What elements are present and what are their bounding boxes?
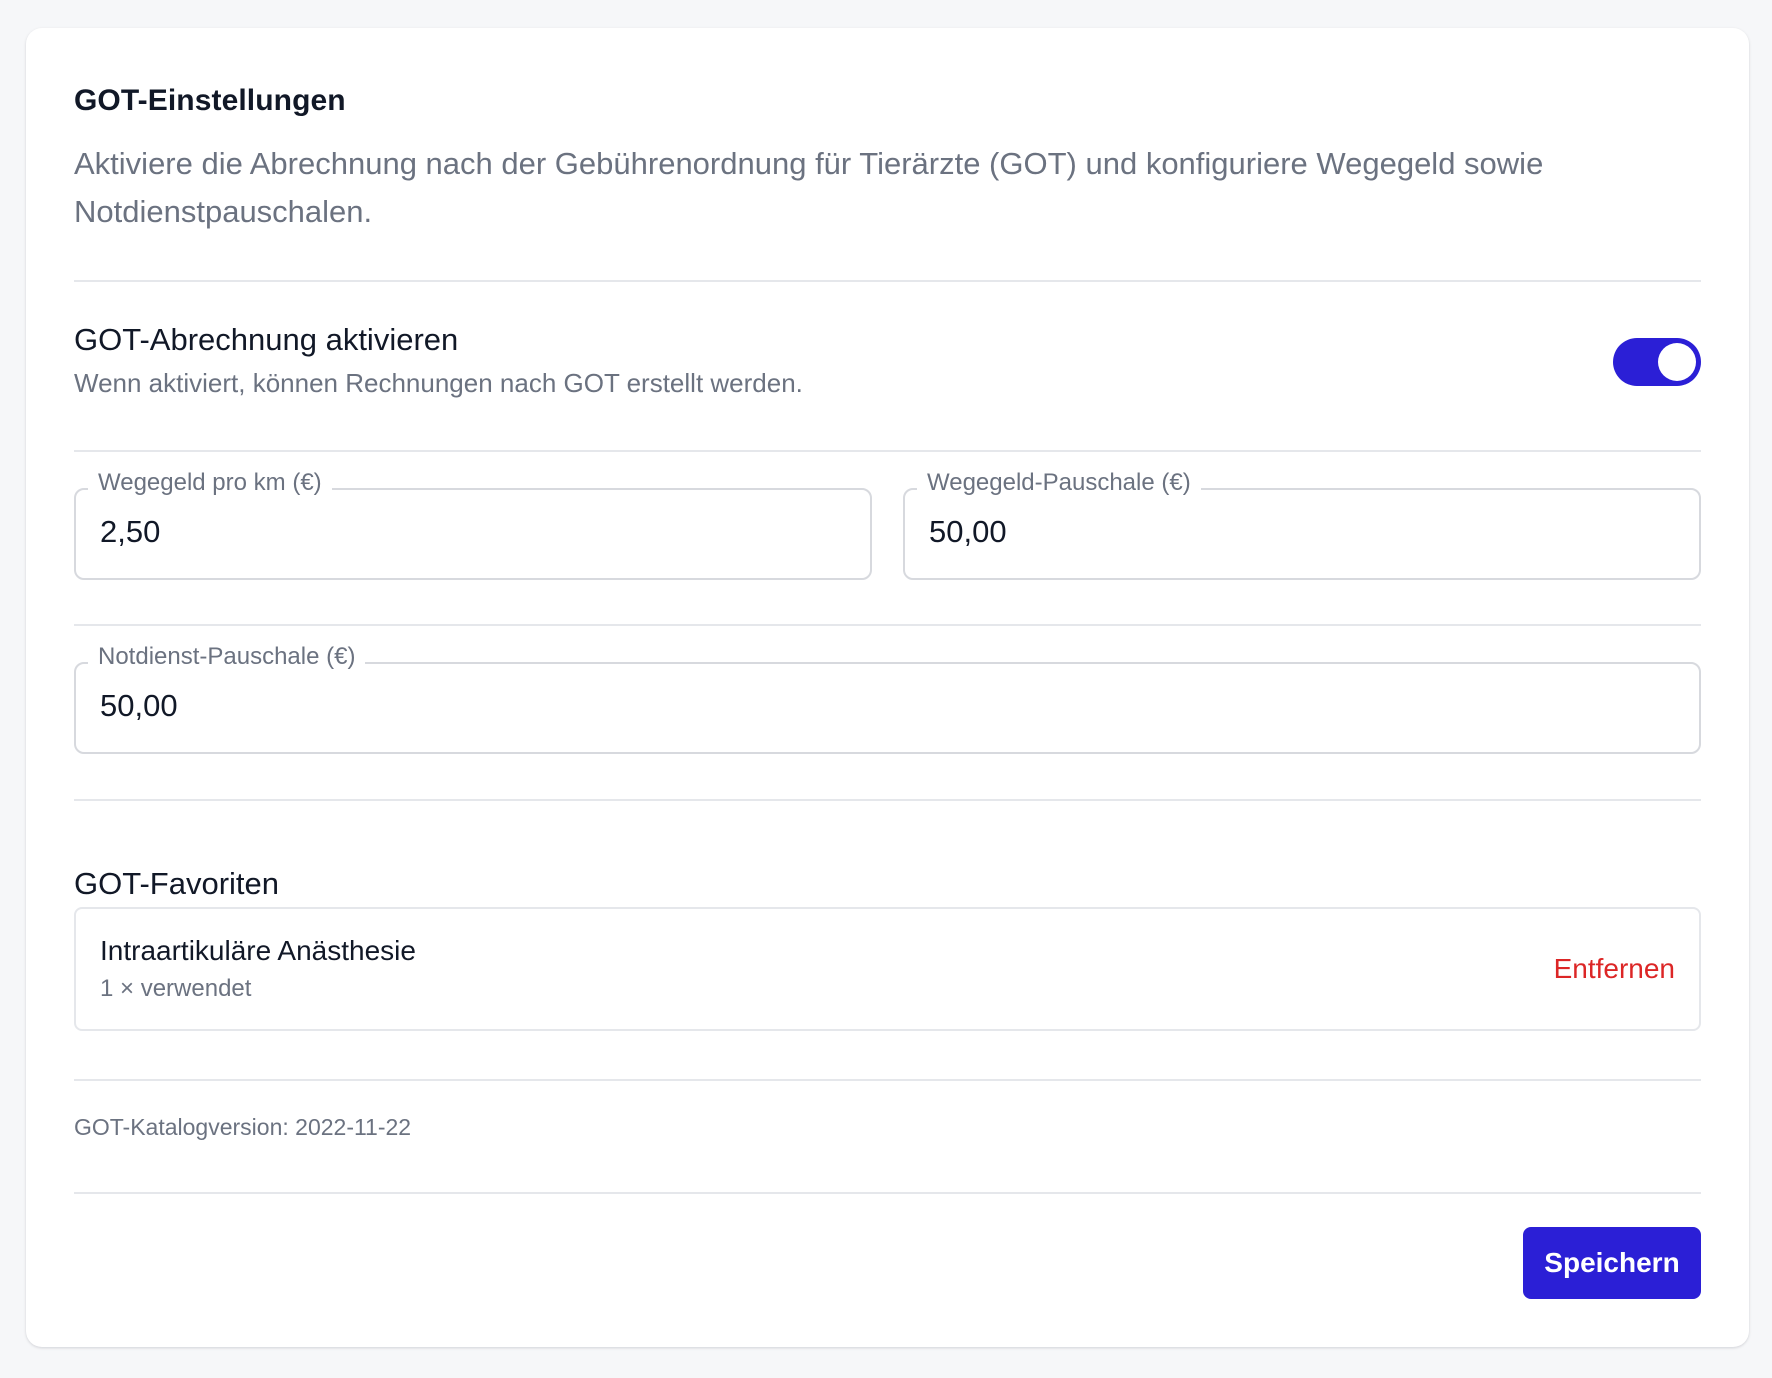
billing-toggle-switch[interactable]	[1613, 338, 1701, 386]
travel-per-km-field[interactable]: Wegegeld pro km (€) 2,50	[74, 468, 872, 580]
got-settings-card: GOT-Einstellungen Aktiviere die Abrechnu…	[26, 28, 1749, 1347]
page-description: Aktiviere die Abrechnung nach der Gebühr…	[74, 146, 1544, 229]
travel-flat-value[interactable]: 50,00	[929, 514, 1007, 550]
emergency-flat-field[interactable]: Notdienst-Pauschale (€) 50,00	[74, 642, 1701, 754]
divider	[74, 799, 1701, 801]
travel-flat-label: Wegegeld-Pauschale (€)	[917, 468, 1201, 498]
save-button[interactable]: Speichern	[1523, 1227, 1701, 1299]
favorites-title: GOT-Favoriten	[74, 866, 279, 901]
travel-flat-field[interactable]: Wegegeld-Pauschale (€) 50,00	[903, 468, 1701, 580]
favorite-item-usage: 1 × verwendet	[100, 975, 252, 1002]
travel-per-km-value[interactable]: 2,50	[100, 514, 160, 550]
favorite-item: Intraartikuläre Anästhesie 1 × verwendet…	[74, 907, 1701, 1031]
toggle-knob	[1658, 343, 1696, 381]
divider	[74, 1192, 1701, 1194]
divider	[74, 280, 1701, 282]
card-content: GOT-Einstellungen Aktiviere die Abrechnu…	[74, 28, 1701, 1347]
emergency-flat-label: Notdienst-Pauschale (€)	[88, 642, 366, 672]
emergency-flat-value[interactable]: 50,00	[100, 688, 178, 724]
billing-toggle-subtitle: Wenn aktiviert, können Rechnungen nach G…	[74, 368, 803, 398]
catalog-version: GOT-Katalogversion: 2022-11-22	[74, 1114, 412, 1140]
divider	[74, 450, 1701, 452]
divider	[74, 624, 1701, 626]
page-title: GOT-Einstellungen	[74, 84, 346, 117]
divider	[74, 1079, 1701, 1081]
remove-favorite-button[interactable]: Entfernen	[1554, 953, 1675, 985]
favorite-item-name: Intraartikuläre Anästhesie	[100, 935, 416, 966]
travel-per-km-label: Wegegeld pro km (€)	[88, 468, 332, 498]
billing-toggle-title: GOT-Abrechnung aktivieren	[74, 322, 459, 357]
